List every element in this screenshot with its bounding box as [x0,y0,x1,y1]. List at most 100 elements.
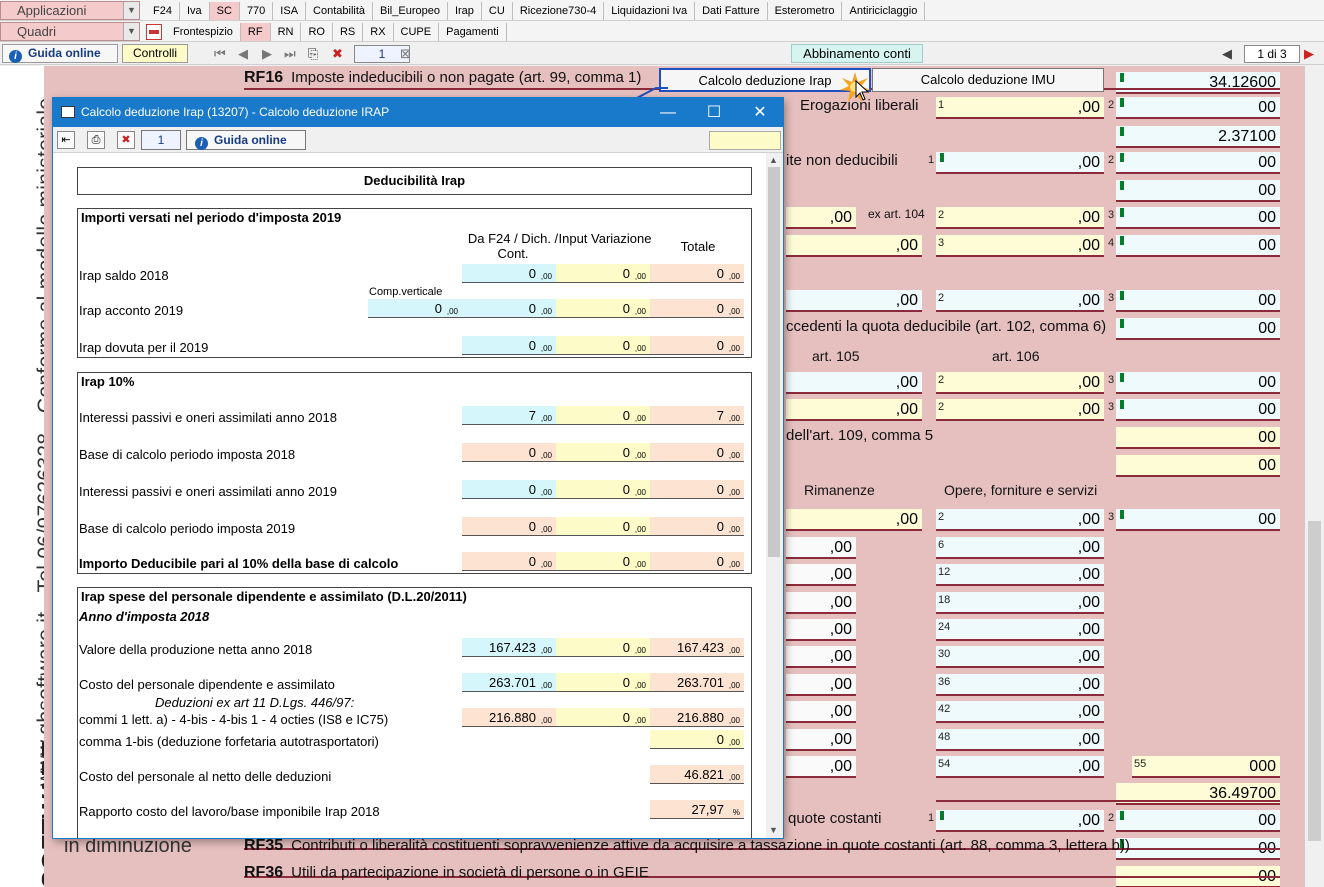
quadro-tab-pagamenti[interactable]: Pagamenti [439,23,507,41]
costo-netto-field[interactable]: 46.821 ,00 [650,765,744,784]
first-page-icon[interactable]: ⏮ [214,46,226,62]
quadro-tab-rf[interactable]: RF [240,23,271,41]
tab-cu[interactable]: CU [482,2,513,20]
form-input-cell[interactable]: 55 000 [1132,756,1280,778]
form-input-cell[interactable]: 42,00 [936,701,1104,723]
form-input-cell[interactable]: 18,00 [936,592,1104,614]
int-2019-field[interactable]: 0,00 [650,480,744,499]
form-input-cell[interactable]: ,00 [786,619,856,641]
maximize-icon[interactable]: ☐ [691,98,737,127]
close-icon[interactable]: ✕ [737,98,783,127]
tab-antiriciclaggio[interactable]: Antiriciclaggio [842,2,926,20]
irap-saldo-field[interactable]: 0,00 [650,264,744,283]
form-input-cell[interactable]: ,00 [786,674,856,696]
valore-produzione-field[interactable]: 167.423 ,00 [462,638,556,657]
next-quadro-icon[interactable]: ▶ [1304,46,1314,62]
int-2019-field[interactable]: 0,00 [462,480,556,499]
costo-personale-field[interactable]: 0,00 [556,673,650,692]
commi-field[interactable]: 0,00 [556,708,650,727]
form-input-cell[interactable]: ,00 [786,290,922,312]
form-input-cell[interactable]: ,00 [786,646,856,668]
irap-acconto-field[interactable]: 0,00 [462,299,556,318]
quadro-tab-rs[interactable]: RS [333,23,364,41]
delete-page-icon[interactable]: ✖ [332,46,343,62]
form-input-cell[interactable]: 2,00 [936,509,1104,531]
form-input-cell[interactable]: 1,00 [936,97,1104,119]
irap-acconto-field[interactable]: 0,00 [650,299,744,318]
int-2019-field[interactable]: 0,00 [556,480,650,499]
applicazioni-select[interactable]: Applicazioni ▼ [0,1,140,20]
controlli-button[interactable]: Controlli [122,44,188,63]
tab-contabilit-[interactable]: Contabilità [306,2,374,20]
int-2018-field[interactable]: 0,00 [556,406,650,425]
form-input-cell[interactable]: 3 00 [1108,509,1280,531]
form-input-cell[interactable]: ,00 [786,235,922,257]
base-2018-field[interactable]: 0,00 [650,443,744,462]
form-input-cell[interactable]: 2,00 [936,372,1104,394]
form-input-cell[interactable]: 24,00 [936,619,1104,641]
irap-dovuta-field[interactable]: 0,00 [650,336,744,355]
quadro-tab-cupe[interactable]: CUPE [394,23,440,41]
irap-saldo-field[interactable]: 0,00 [462,264,556,283]
form-input-cell[interactable]: 00 [1116,318,1280,340]
delete-icon[interactable]: ✖ [117,131,135,149]
exit-icon[interactable]: ⇤ [57,131,75,149]
form-input-cell[interactable]: ,00 [786,701,856,723]
valore-produzione-field[interactable]: 0,00 [556,638,650,657]
chevron-down-icon[interactable]: ▼ [123,23,139,40]
next-page-icon[interactable]: ▶ [262,46,272,62]
costo-personale-field[interactable]: 263.701 ,00 [462,673,556,692]
form-input-cell[interactable]: 2 00 [1108,810,1280,832]
form-input-cell[interactable]: 2.37100 [1116,126,1280,148]
tab-isa[interactable]: ISA [273,2,307,20]
tab-sc[interactable]: SC [209,2,240,20]
form-input-cell[interactable]: 12,00 [936,564,1104,586]
dialog-page-input[interactable]: 1 [141,130,181,150]
irap-dovuta-field[interactable]: 0,00 [462,336,556,355]
tab-dati-fatture[interactable]: Dati Fatture [695,2,768,20]
comma-1bis-field[interactable]: 0,00 [650,730,744,749]
scroll-down-icon[interactable]: ▼ [769,825,778,835]
importo-deducibile-field[interactable]: 0,00 [650,552,744,571]
copy-icon[interactable]: ⎘ [308,46,318,62]
form-input-cell[interactable]: 1,00 [928,152,1104,174]
dialog-titlebar[interactable]: Calcolo deduzione Irap (13207) - Calcolo… [53,98,783,127]
form-input-cell[interactable]: ,00 [786,207,856,229]
quadro-tab-rn[interactable]: RN [271,23,302,41]
form-input-cell[interactable]: 34.12600 [1116,72,1280,94]
tab-f24[interactable]: F24 [146,2,180,20]
tab-ricezione730-4[interactable]: Ricezione730-4 [513,2,605,20]
tab-bil-europeo[interactable]: Bil_Europeo [373,2,448,20]
form-input-cell[interactable]: 2,00 [936,207,1104,229]
form-input-cell[interactable]: 00 [1116,180,1280,202]
form-scrollbar[interactable] [1304,66,1324,887]
importo-deducibile-field[interactable]: 0,00 [462,552,556,571]
importo-deducibile-field[interactable]: 0,00 [556,552,650,571]
dialog-scroll-thumb[interactable] [768,167,780,557]
form-input-cell[interactable]: 36,00 [936,674,1104,696]
calcolo-deduzione-imu-button[interactable]: Calcolo deduzione IMU [872,68,1104,92]
form-input-cell[interactable]: 48,00 [936,729,1104,751]
form-input-cell[interactable]: 1,00 [928,810,1104,832]
minimize-icon[interactable]: — [645,98,691,127]
form-input-cell[interactable]: 6,00 [936,537,1104,559]
form-input-cell[interactable]: 00 [1116,455,1280,477]
form-input-cell[interactable]: 3 00 [1108,290,1280,312]
form-input-cell[interactable]: 2,00 [936,290,1104,312]
form-input-cell[interactable]: 30,00 [936,646,1104,668]
form-input-cell[interactable]: 2 00 [1108,97,1280,119]
form-input-cell[interactable]: ,00 [786,592,856,614]
tab-liquidazioni-iva[interactable]: Liquidazioni Iva [604,2,696,20]
chevron-down-icon[interactable]: ▼ [123,2,139,19]
form-input-cell[interactable]: 3 00 [1108,399,1280,421]
base-2019-field[interactable]: 0,00 [462,517,556,536]
tab-iva[interactable]: Iva [180,2,210,20]
rapporto-field[interactable]: 27,97% [650,800,744,819]
commi-field[interactable]: 216.880 ,00 [650,708,744,727]
int-2018-field[interactable]: 7,00 [650,406,744,425]
prev-page-icon[interactable]: ◀ [238,46,248,62]
scrollbar-thumb[interactable] [1308,521,1321,841]
form-input-cell[interactable]: ,00 [786,537,856,559]
form-input-cell[interactable]: 3 00 [1108,372,1280,394]
abbinamento-conti-button[interactable]: Abbinamento conti [791,44,923,63]
